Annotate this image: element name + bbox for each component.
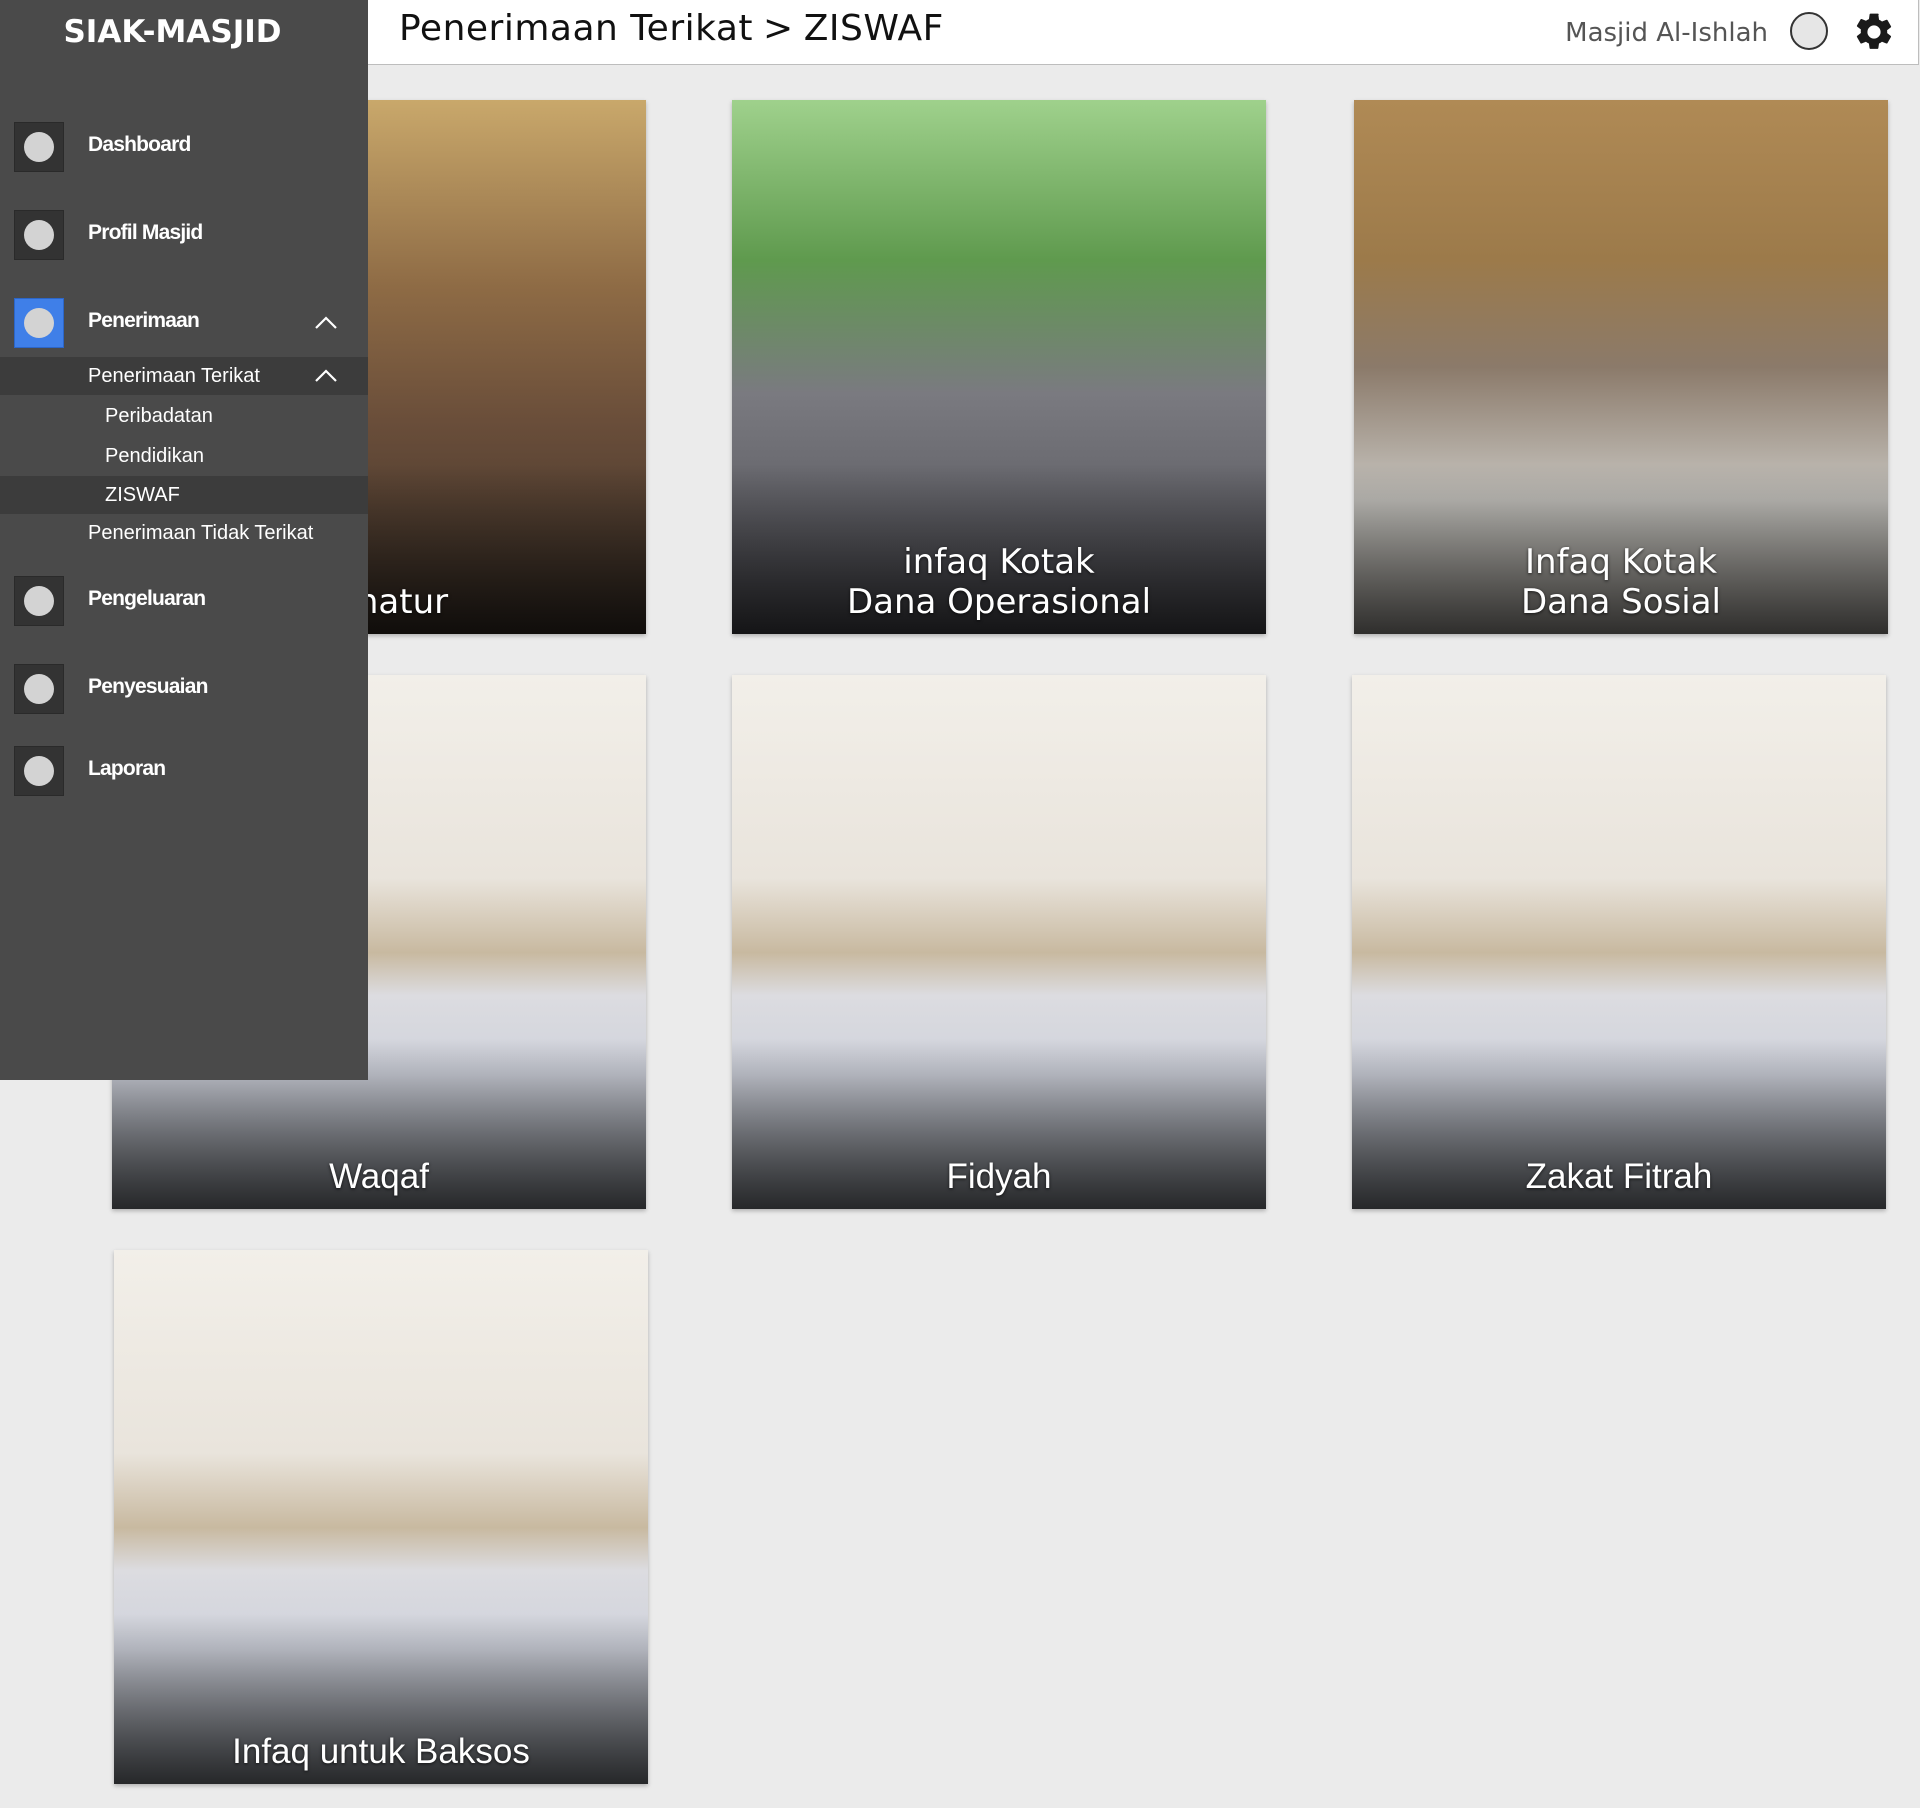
- report-icon: [14, 746, 64, 796]
- user-avatar-icon[interactable]: [1790, 12, 1828, 50]
- gear-icon[interactable]: [1852, 10, 1896, 54]
- sidebar-item-label: Dashboard: [88, 133, 191, 156]
- adjustment-icon: [14, 664, 64, 714]
- sidebar-item-pengeluaran[interactable]: Pengeluaran: [0, 566, 368, 636]
- breadcrumb-separator: >: [763, 8, 794, 49]
- sidebar-subitem-ziswaf[interactable]: ZISWAF: [0, 476, 368, 514]
- sidebar-item-label: Pengeluaran: [88, 587, 206, 610]
- card-fidyah[interactable]: Fidyah: [732, 675, 1266, 1209]
- card-infaq-kotak-sosial[interactable]: Infaq Kotak Dana Sosial: [1354, 100, 1888, 634]
- breadcrumb: Penerimaan Terikat > ZISWAF: [399, 8, 944, 49]
- sidebar-item-laporan[interactable]: Laporan: [0, 736, 368, 806]
- breadcrumb-current: ZISWAF: [803, 8, 944, 49]
- income-icon: [14, 298, 64, 348]
- sidebar-item-label: Laporan: [88, 757, 166, 780]
- sidebar-subitem-pendidikan[interactable]: Pendidikan: [0, 437, 368, 475]
- card-infaq-kotak-operasional[interactable]: infaq Kotak Dana Operasional: [732, 100, 1266, 634]
- card-caption: Fidyah: [946, 1157, 1052, 1196]
- sidebar-item-dashboard[interactable]: Dashboard: [0, 112, 368, 182]
- mosque-name: Masjid Al-Ishlah: [1565, 18, 1768, 48]
- breadcrumb-parent[interactable]: Penerimaan Terikat: [399, 8, 753, 49]
- sidebar-item-penerimaan[interactable]: Penerimaan: [0, 288, 368, 358]
- chevron-up-icon[interactable]: [313, 310, 339, 336]
- sidebar-item-label: Profil Masjid: [88, 221, 203, 244]
- sidebar: SIAK-MASJID Dashboard Profil Masjid Pene…: [0, 0, 368, 1080]
- card-caption: infaq Kotak Dana Operasional: [846, 542, 1152, 622]
- card-caption: Infaq Kotak Dana Sosial: [1520, 542, 1722, 622]
- sidebar-item-label: Penyesuaian: [88, 675, 208, 698]
- card-zakat-fitrah[interactable]: Zakat Fitrah: [1352, 675, 1886, 1209]
- profile-icon: [14, 210, 64, 260]
- sidebar-subitem-peribadatan[interactable]: Peribadatan: [0, 397, 368, 435]
- sidebar-subitem-penerimaan-terikat[interactable]: Penerimaan Terikat: [0, 357, 368, 395]
- card-caption: Waqaf: [329, 1157, 429, 1196]
- sidebar-item-label: Penerimaan: [88, 309, 200, 332]
- app-title: SIAK-MASJID: [63, 14, 282, 50]
- card-caption: Infaq untuk Baksos: [232, 1732, 530, 1771]
- sidebar-item-profil-masjid[interactable]: Profil Masjid: [0, 200, 368, 270]
- chevron-up-icon[interactable]: [313, 363, 339, 389]
- card-caption: Zakat Fitrah: [1525, 1157, 1713, 1196]
- card-infaq-baksos[interactable]: Infaq untuk Baksos: [114, 1250, 648, 1784]
- dashboard-icon: [14, 122, 64, 172]
- sidebar-item-penyesuaian[interactable]: Penyesuaian: [0, 654, 368, 724]
- top-header: Penerimaan Terikat > ZISWAF Masjid Al-Ishl…: [367, 0, 1919, 65]
- sidebar-subitem-penerimaan-tidak-terikat[interactable]: Penerimaan Tidak Terikat: [0, 514, 368, 552]
- expense-icon: [14, 576, 64, 626]
